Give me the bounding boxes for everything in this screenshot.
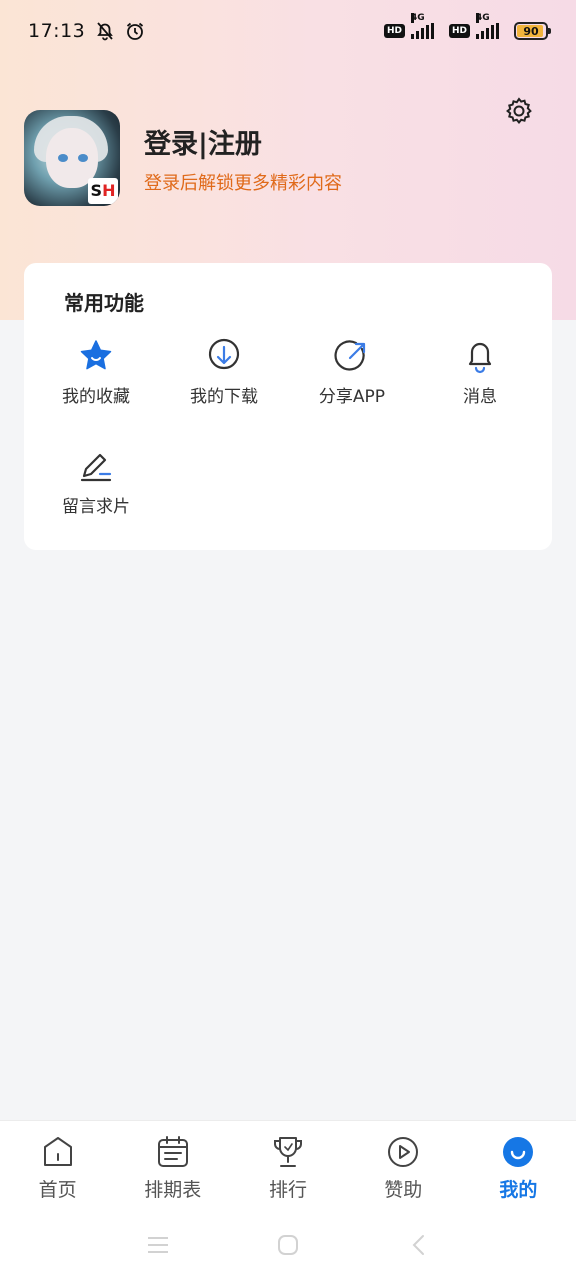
alarm-icon (127, 22, 144, 40)
edit-icon (80, 453, 112, 482)
feature-label: 消息 (463, 387, 497, 407)
login-hint: 登录后解锁更多精彩内容 (144, 172, 342, 194)
status-bar: 17:13 HD 4G HD 4G 90 (0, 0, 576, 62)
download-icon (208, 338, 240, 370)
trophy-icon (274, 1137, 302, 1167)
signal-icon: 4G (476, 13, 500, 39)
hd-badge: HD (383, 24, 405, 38)
avatar[interactable]: SH (24, 110, 120, 206)
request-movie-button[interactable]: 留言求片 (32, 448, 160, 517)
battery-icon: 90 (514, 22, 551, 40)
avatar-badge: SH (88, 178, 118, 204)
back-icon[interactable] (408, 1234, 430, 1256)
tab-mine[interactable]: 我的 (461, 1121, 576, 1212)
my-downloads-button[interactable]: 我的下载 (160, 338, 288, 407)
tab-ranking[interactable]: 排行 (230, 1121, 345, 1212)
feature-label: 留言求片 (62, 497, 130, 517)
play-circle-icon (388, 1137, 419, 1167)
profile-section: SH 登录|注册 登录后解锁更多精彩内容 (24, 110, 342, 206)
tab-schedule[interactable]: 排期表 (115, 1121, 230, 1212)
share-app-button[interactable]: 分享APP (288, 338, 416, 407)
feature-label: 我的下载 (190, 387, 258, 407)
signal-icon: 4G (410, 13, 435, 39)
status-time: 17:13 (28, 20, 86, 42)
bell-icon (468, 342, 492, 374)
bottom-tab-bar: 首页 排期表 排行 赞助 我的 (0, 1120, 576, 1212)
system-navigation-bar (0, 1212, 576, 1280)
tab-home[interactable]: 首页 (0, 1121, 115, 1212)
section-title: 常用功能 (64, 291, 144, 315)
share-icon (334, 340, 366, 371)
messages-button[interactable]: 消息 (416, 338, 544, 407)
home-button-icon[interactable] (277, 1234, 299, 1256)
feature-label: 分享APP (318, 387, 386, 407)
bell-muted-icon (97, 22, 114, 41)
hd-badge: HD (448, 24, 470, 38)
tab-sponsor[interactable]: 赞助 (346, 1121, 461, 1212)
profile-smile-icon (503, 1137, 534, 1167)
menu-icon[interactable] (146, 1234, 170, 1256)
star-icon (80, 340, 112, 370)
calendar-icon (157, 1136, 188, 1167)
login-register-link[interactable]: 登录|注册 (144, 122, 342, 161)
gear-icon[interactable] (504, 96, 534, 126)
feature-label: 我的收藏 (62, 387, 130, 407)
my-favorites-button[interactable]: 我的收藏 (32, 338, 160, 407)
home-icon (43, 1137, 72, 1166)
common-functions-card: 常用功能 我的收藏 我的下载 分享APP 消息 留言求片 (24, 263, 552, 550)
